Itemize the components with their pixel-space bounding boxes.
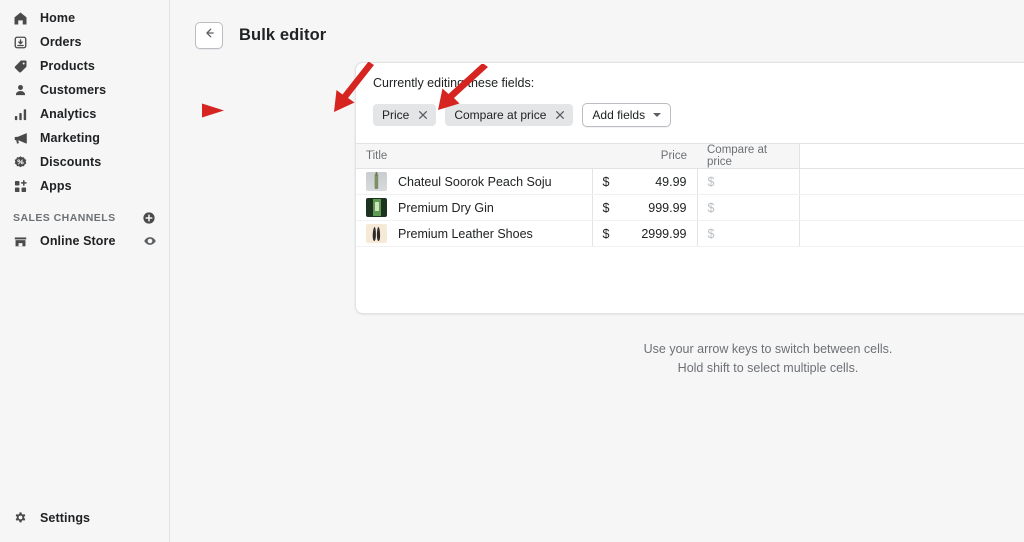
cell-compare-at-price[interactable]: $ bbox=[696, 220, 799, 247]
discounts-badge-icon bbox=[12, 154, 29, 171]
sidebar-item-label: Analytics bbox=[40, 107, 97, 121]
price-value: 2999.99 bbox=[641, 226, 687, 241]
table-header-row: Title Price Compare at price bbox=[356, 143, 1024, 169]
sidebar-item-home[interactable]: Home bbox=[6, 6, 163, 30]
sales-channels-title: SALES CHANNELS bbox=[13, 212, 116, 224]
storefront-icon bbox=[12, 233, 29, 250]
field-chips: Price Compare at price Add fields bbox=[373, 103, 1024, 127]
bulk-edit-table: Title Price Compare at price Chateul Soo… bbox=[356, 143, 1024, 247]
table-body: Chateul Soorok Peach Soju $ 49.99 $ Prem… bbox=[356, 168, 1024, 247]
field-chip-price[interactable]: Price bbox=[373, 104, 437, 126]
cell-empty bbox=[798, 168, 1024, 195]
currency-symbol: $ bbox=[707, 226, 715, 241]
cell-title[interactable]: Premium Dry Gin bbox=[356, 194, 592, 221]
sidebar-footer: Settings bbox=[0, 506, 169, 542]
products-tag-icon bbox=[12, 58, 29, 75]
chevron-down-icon bbox=[653, 113, 662, 117]
sidebar-item-label: Orders bbox=[40, 35, 82, 49]
cell-price[interactable]: $ 2999.99 bbox=[591, 220, 697, 247]
column-header-compare-at-price[interactable]: Compare at price bbox=[697, 143, 799, 169]
home-icon bbox=[12, 10, 29, 27]
gear-icon bbox=[12, 510, 29, 527]
sidebar-item-apps[interactable]: Apps bbox=[6, 174, 163, 198]
marketing-megaphone-icon bbox=[12, 130, 29, 147]
sales-channels-section-header: SALES CHANNELS bbox=[6, 207, 163, 229]
hint-line-1: Use your arrow keys to switch between ce… bbox=[643, 342, 893, 356]
product-title: Chateul Soorok Peach Soju bbox=[398, 174, 552, 189]
keyboard-hint: Use your arrow keys to switch between ce… bbox=[355, 340, 1024, 378]
plus-circle-icon[interactable] bbox=[142, 211, 156, 225]
orders-icon bbox=[12, 34, 29, 51]
sidebar-item-label: Products bbox=[40, 59, 95, 73]
arrow-left-icon bbox=[202, 26, 216, 45]
page-header: Bulk editor bbox=[170, 0, 1024, 56]
column-header-filler bbox=[798, 143, 1024, 169]
sidebar-item-products[interactable]: Products bbox=[6, 54, 163, 78]
sidebar-item-settings[interactable]: Settings bbox=[6, 506, 163, 530]
bulk-edit-table-wrapper: Title Price Compare at price Chateul Soo… bbox=[356, 143, 1024, 247]
cell-title[interactable]: Premium Leather Shoes bbox=[356, 220, 592, 247]
cell-compare-at-price[interactable]: $ bbox=[696, 194, 799, 221]
close-icon[interactable] bbox=[417, 109, 429, 121]
sidebar-item-discounts[interactable]: Discounts bbox=[6, 150, 163, 174]
sidebar-item-label: Settings bbox=[40, 511, 91, 525]
sidebar-item-label: Home bbox=[40, 11, 76, 25]
sidebar-item-label: Marketing bbox=[40, 131, 100, 145]
shopify-admin-window: Home Orders Products Customers Analytics bbox=[0, 0, 1024, 542]
cell-empty bbox=[798, 194, 1024, 221]
hint-line-2: Hold shift to select multiple cells. bbox=[677, 361, 859, 375]
currency-symbol: $ bbox=[707, 200, 715, 215]
product-title: Premium Leather Shoes bbox=[398, 226, 533, 241]
cell-title[interactable]: Chateul Soorok Peach Soju bbox=[356, 168, 592, 195]
sidebar-item-marketing[interactable]: Marketing bbox=[6, 126, 163, 150]
currency-symbol: $ bbox=[602, 226, 610, 241]
sidebar: Home Orders Products Customers Analytics bbox=[0, 0, 170, 542]
chip-label: Price bbox=[382, 108, 410, 122]
sidebar-item-label: Apps bbox=[40, 179, 72, 193]
add-fields-label: Add fields bbox=[592, 108, 646, 122]
page-title: Bulk editor bbox=[239, 25, 327, 44]
sidebar-item-label: Customers bbox=[40, 83, 107, 97]
field-chip-compare-at-price[interactable]: Compare at price bbox=[445, 104, 574, 126]
price-value: 999.99 bbox=[648, 200, 687, 215]
currency-symbol: $ bbox=[602, 174, 610, 189]
chip-label: Compare at price bbox=[454, 108, 547, 122]
fields-toolbar: Currently editing these fields: Price Co… bbox=[356, 63, 1024, 127]
analytics-bars-icon bbox=[12, 106, 29, 123]
cell-compare-at-price[interactable]: $ bbox=[696, 168, 799, 195]
close-icon[interactable] bbox=[554, 109, 566, 121]
product-thumbnail bbox=[366, 198, 387, 217]
sidebar-item-customers[interactable]: Customers bbox=[6, 78, 163, 102]
add-fields-button[interactable]: Add fields bbox=[582, 103, 672, 127]
column-header-price[interactable]: Price bbox=[592, 143, 697, 169]
sidebar-item-analytics[interactable]: Analytics bbox=[6, 102, 163, 126]
currency-symbol: $ bbox=[602, 200, 610, 215]
cell-empty bbox=[798, 220, 1024, 247]
apps-grid-icon bbox=[12, 178, 29, 195]
product-title: Premium Dry Gin bbox=[398, 200, 494, 215]
main-content: Bulk editor Currently editing these fiel… bbox=[170, 0, 1024, 542]
sidebar-item-label: Discounts bbox=[40, 155, 102, 169]
column-header-title[interactable]: Title bbox=[356, 143, 592, 169]
price-value: 49.99 bbox=[655, 174, 687, 189]
product-thumbnail bbox=[366, 224, 387, 243]
sidebar-item-online-store[interactable]: Online Store bbox=[6, 229, 163, 253]
fields-label: Currently editing these fields: bbox=[373, 76, 535, 90]
sidebar-item-label: Online Store bbox=[40, 234, 116, 248]
product-thumbnail bbox=[366, 172, 387, 191]
back-button[interactable] bbox=[195, 21, 223, 49]
eye-icon[interactable] bbox=[143, 234, 157, 248]
customers-person-icon bbox=[12, 82, 29, 99]
cell-price[interactable]: $ 999.99 bbox=[591, 194, 697, 221]
cell-price[interactable]: $ 49.99 bbox=[591, 168, 697, 195]
currency-symbol: $ bbox=[707, 174, 715, 189]
bulk-editor-card: Currently editing these fields: Price Co… bbox=[355, 62, 1024, 314]
table-row[interactable]: Chateul Soorok Peach Soju $ 49.99 $ bbox=[356, 168, 1024, 195]
table-row[interactable]: Premium Dry Gin $ 999.99 $ bbox=[356, 194, 1024, 221]
sidebar-item-orders[interactable]: Orders bbox=[6, 30, 163, 54]
table-row[interactable]: Premium Leather Shoes $ 2999.99 $ bbox=[356, 220, 1024, 247]
table-header: Title Price Compare at price bbox=[356, 143, 1024, 169]
